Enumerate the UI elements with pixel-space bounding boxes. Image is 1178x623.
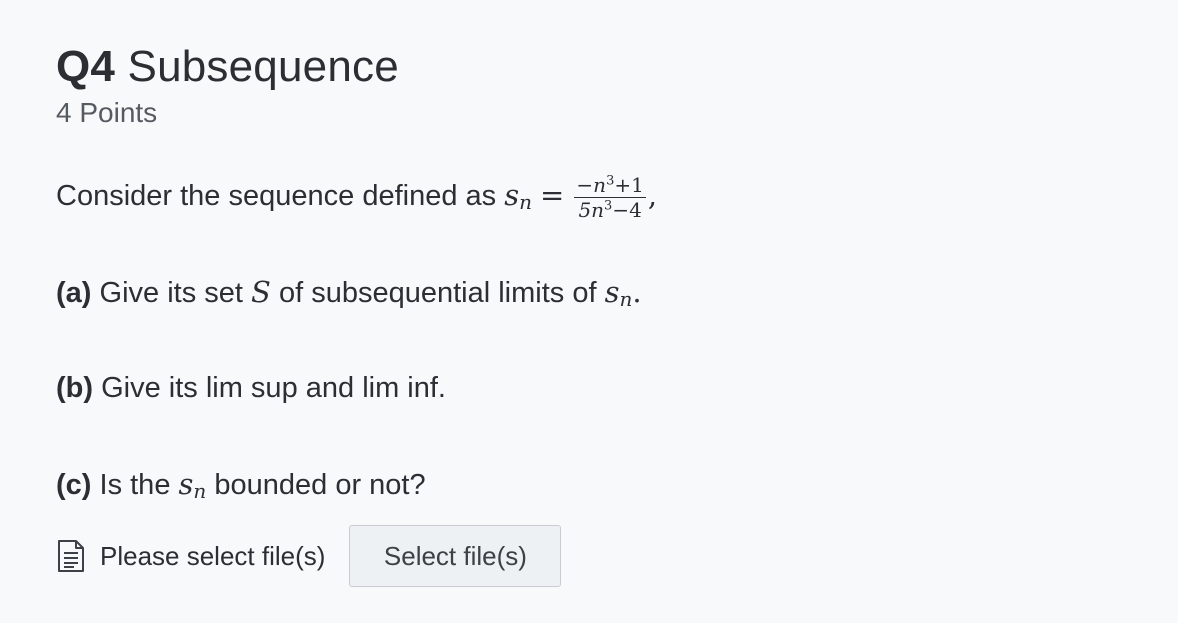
question-number: Q4 — [56, 42, 116, 91]
set-symbol: S — [251, 275, 271, 309]
part-c-text-after: bounded or not? — [214, 469, 426, 501]
intro-text: Consider the sequence defined as — [56, 180, 497, 213]
question-points: 4 Points — [56, 97, 158, 128]
part-a-sequence-symbol: sn — [604, 275, 633, 311]
trailing-comma: , — [647, 178, 658, 213]
upload-label: Please select file(s) — [100, 540, 326, 571]
file-document-icon — [58, 540, 84, 572]
file-upload-row: Please select file(s) Select file(s) — [56, 525, 562, 587]
select-files-button[interactable]: Select file(s) — [349, 525, 562, 587]
part-c: (c) Is the sn bounded or not? — [56, 466, 426, 509]
sequence-fraction: −n3+1 5n3−4 — [574, 173, 646, 222]
part-b-text: Give its lim sup and lim inf. — [101, 372, 446, 404]
part-b: (b) Give its lim sup and lim inf. — [56, 370, 446, 406]
part-c-label: (c) — [56, 469, 92, 501]
part-c-sequence-symbol: sn — [178, 467, 207, 503]
part-a-text-before: Give its set — [99, 277, 243, 309]
part-a-period: . — [632, 275, 642, 309]
question-title: Q4 Subsequence — [56, 40, 1136, 94]
part-a: (a) Give its set S of subsequential limi… — [56, 274, 642, 317]
equals-sign: = — [540, 178, 565, 213]
fraction-numerator: −n3+1 — [574, 173, 646, 198]
question-title-text: Subsequence — [127, 42, 399, 91]
part-c-text-before: Is the — [99, 469, 171, 501]
sequence-definition: Consider the sequence defined as sn = −n… — [56, 174, 657, 221]
question-panel: Q4 Subsequence 4 Points Consider the seq… — [56, 40, 1136, 587]
part-b-label: (b) — [56, 372, 94, 404]
fraction-denominator: 5n3−4 — [578, 198, 642, 222]
part-a-label: (a) — [56, 277, 92, 309]
part-a-text-after: of subsequential limits of — [278, 277, 597, 309]
sequence-symbol: sn — [504, 178, 532, 215]
